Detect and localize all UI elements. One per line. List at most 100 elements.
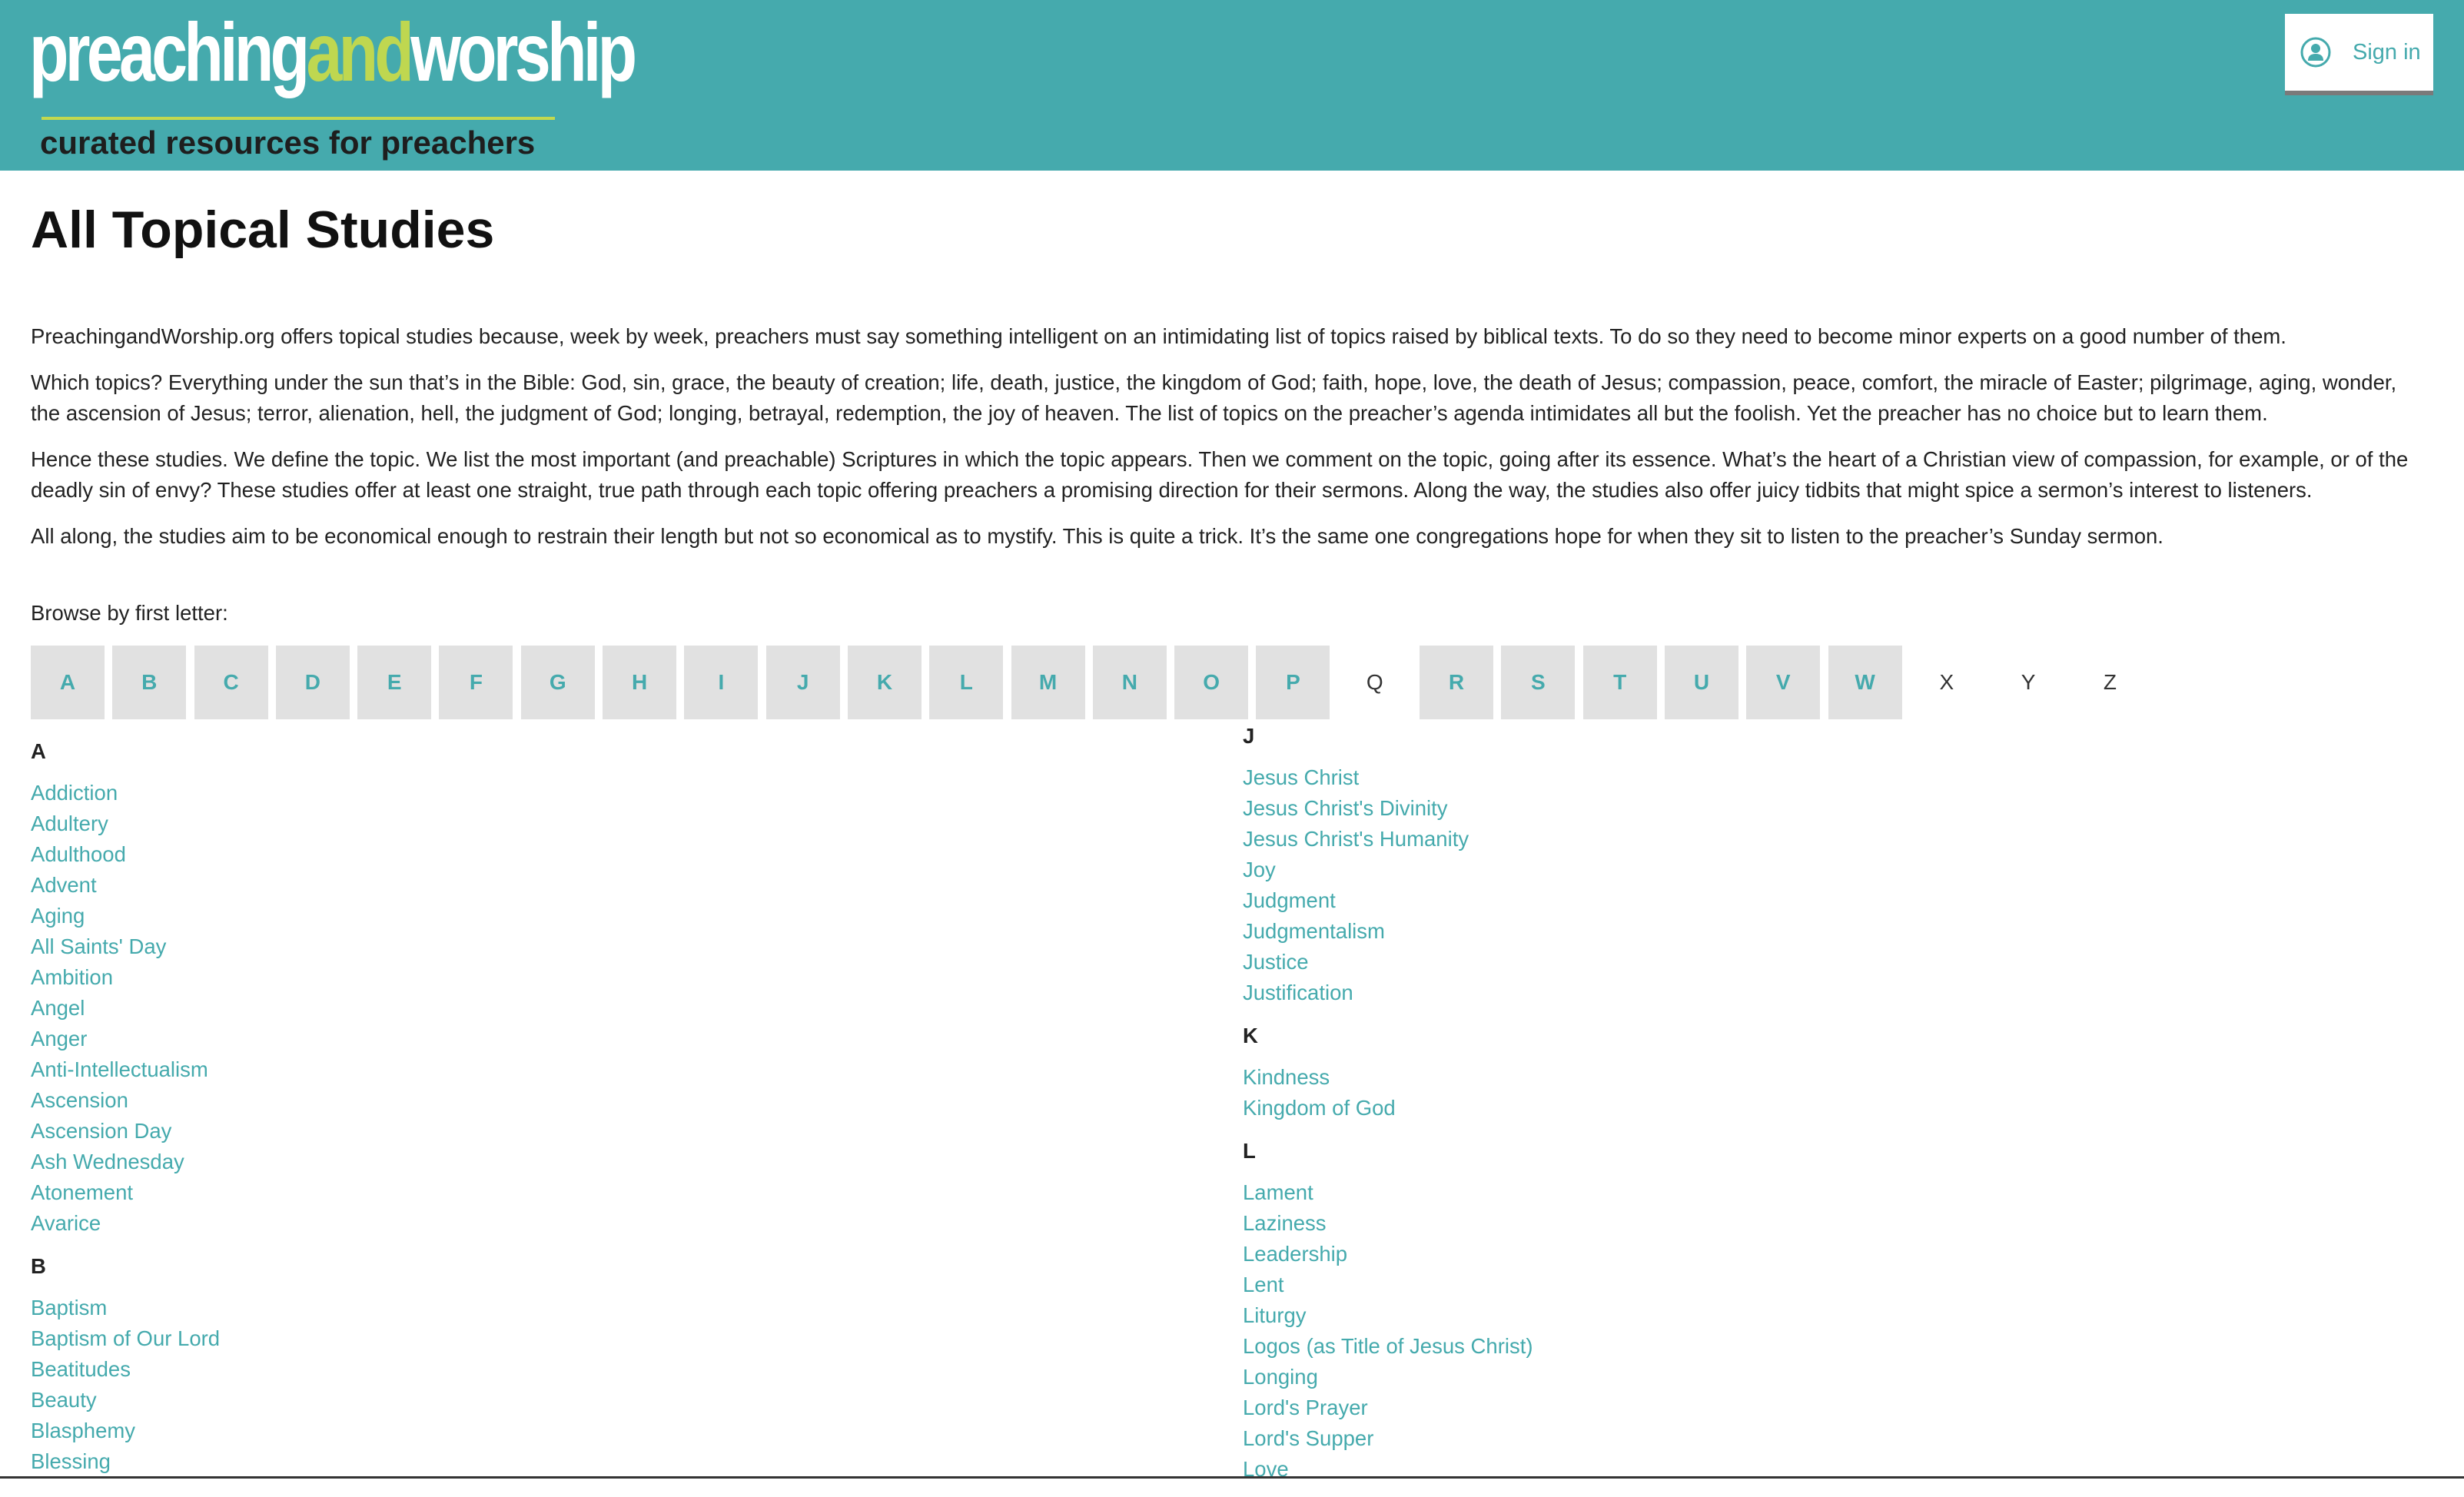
topic-link[interactable]: Jesus Christ bbox=[1243, 762, 1533, 793]
topic-link[interactable]: Ascension bbox=[31, 1085, 220, 1116]
topic-list: Baptism Baptism of Our Lord Beatitudes Beau… bbox=[31, 1293, 220, 1477]
topic-list: Lament Laziness Leadership Lent Liturgy Logos… bbox=[1243, 1177, 1533, 1485]
topic-link[interactable]: Lent bbox=[1243, 1270, 1533, 1300]
topic-link[interactable]: Jesus Christ's Humanity bbox=[1243, 824, 1533, 855]
topic-link[interactable]: Beatitudes bbox=[31, 1354, 220, 1385]
letter-w-link[interactable]: W bbox=[1828, 646, 1902, 719]
letter-u-link[interactable]: U bbox=[1664, 646, 1738, 719]
intro-paragraph: Hence these studies. We define the topic… bbox=[31, 447, 2409, 502]
topic-link[interactable]: Love bbox=[1243, 1454, 1533, 1485]
letter-m-link[interactable]: M bbox=[1011, 646, 1085, 719]
topic-link[interactable]: Lament bbox=[1243, 1177, 1533, 1208]
letter-f-link[interactable]: F bbox=[439, 646, 513, 719]
topic-link[interactable]: Ambition bbox=[31, 962, 220, 993]
topic-group-l: L Lament Laziness Leadership Lent Liturgy Logo… bbox=[1243, 1136, 1533, 1485]
group-heading: J bbox=[1243, 724, 1255, 748]
letter-n-link[interactable]: N bbox=[1092, 646, 1167, 719]
topic-link[interactable]: Baptism of Our Lord bbox=[31, 1323, 220, 1354]
topic-link[interactable]: Baptism bbox=[31, 1293, 220, 1323]
topic-link[interactable]: Anti-Intellectualism bbox=[31, 1054, 220, 1085]
letter-q-disabled: Q bbox=[1366, 670, 1383, 694]
group-heading: A bbox=[31, 739, 46, 763]
browse-label: Browse by first letter: bbox=[31, 601, 228, 625]
topic-link[interactable]: Addiction bbox=[31, 778, 220, 808]
letter-d-link[interactable]: D bbox=[275, 646, 350, 719]
topic-list: Kindness Kingdom of God bbox=[1243, 1062, 1533, 1124]
logo-word-preaching: preaching bbox=[29, 5, 310, 98]
letter-l-link[interactable]: L bbox=[929, 646, 1004, 719]
topic-link[interactable]: Logos (as Title of Jesus Christ) bbox=[1243, 1331, 1533, 1362]
intro-paragraph: All along, the studies aim to be economi… bbox=[31, 524, 2163, 548]
letter-x-disabled: X bbox=[1939, 670, 1954, 694]
letter-b-link[interactable]: B bbox=[112, 646, 187, 719]
topic-link[interactable]: Anger bbox=[31, 1024, 220, 1054]
topic-link[interactable]: Laziness bbox=[1243, 1208, 1533, 1239]
topic-link[interactable]: Leadership bbox=[1243, 1239, 1533, 1270]
topic-group-b: B Baptism Baptism of Our Lord Beatitudes Bea… bbox=[31, 1251, 220, 1477]
letter-o-link[interactable]: O bbox=[1174, 646, 1249, 719]
letter-h-link[interactable]: H bbox=[603, 646, 677, 719]
topic-link[interactable]: All Saints' Day bbox=[31, 931, 220, 962]
topic-link[interactable]: Aging bbox=[31, 901, 220, 931]
letter-r-link[interactable]: R bbox=[1420, 646, 1494, 719]
topic-link[interactable]: Judgment bbox=[1243, 885, 1533, 916]
topic-link[interactable]: Advent bbox=[31, 870, 220, 901]
letter-k-link[interactable]: K bbox=[847, 646, 922, 719]
topic-link[interactable]: Liturgy bbox=[1243, 1300, 1533, 1331]
topic-link[interactable]: Ascension Day bbox=[31, 1116, 220, 1147]
logo-wordmark: preachingandworship bbox=[29, 5, 637, 98]
topic-link[interactable]: Angel bbox=[31, 993, 220, 1024]
site-header: preachingandworship curated resources fo… bbox=[0, 0, 2464, 171]
topic-link[interactable]: Longing bbox=[1243, 1362, 1533, 1392]
letter-p-link[interactable]: P bbox=[1256, 646, 1330, 719]
letter-nav: ABCDEFGHIJKLMNOP Q RSTUVW X Y Z bbox=[31, 646, 2155, 719]
topic-link[interactable]: Adultery bbox=[31, 808, 220, 839]
topic-link[interactable]: Blasphemy bbox=[31, 1416, 220, 1446]
topic-group-j: J Jesus Christ Jesus Christ's Divinity Jesu… bbox=[1243, 721, 1533, 1008]
topic-group-a: A Addiction Adultery Adulthood Advent Aging Al… bbox=[31, 736, 220, 1239]
logo-word-worship: worship bbox=[410, 5, 637, 98]
topic-link[interactable]: Judgmentalism bbox=[1243, 916, 1533, 947]
letter-a-link[interactable]: A bbox=[31, 646, 105, 719]
topic-link[interactable]: Lord's Supper bbox=[1243, 1423, 1533, 1454]
topic-link[interactable]: Beauty bbox=[31, 1385, 220, 1416]
topic-link[interactable]: Ash Wednesday bbox=[31, 1147, 220, 1177]
letter-i-link[interactable]: I bbox=[684, 646, 759, 719]
intro-paragraph: PreachingandWorship.org offers topical s… bbox=[31, 324, 2286, 348]
topic-link[interactable]: Blessing bbox=[31, 1446, 220, 1477]
topics-column-left: A Addiction Adultery Adulthood Advent Aging Al… bbox=[31, 736, 220, 1489]
topic-link[interactable]: Justice bbox=[1243, 947, 1533, 978]
sign-in-button[interactable]: Sign in bbox=[2285, 14, 2433, 95]
letter-z-disabled: Z bbox=[2103, 670, 2117, 694]
topic-link[interactable]: Jesus Christ's Divinity bbox=[1243, 793, 1533, 824]
site-logo[interactable]: preachingandworship curated resources fo… bbox=[29, 6, 637, 161]
letter-t-link[interactable]: T bbox=[1582, 646, 1657, 719]
page-title: All Topical Studies bbox=[31, 201, 495, 259]
topic-link[interactable]: Kindness bbox=[1243, 1062, 1533, 1093]
intro-text: PreachingandWorship.org offers topical s… bbox=[31, 321, 2429, 567]
letter-j-link[interactable]: J bbox=[765, 646, 840, 719]
letter-v-link[interactable]: V bbox=[1746, 646, 1821, 719]
logo-divider bbox=[42, 117, 555, 120]
letter-c-link[interactable]: C bbox=[194, 646, 268, 719]
group-heading: L bbox=[1243, 1139, 1256, 1163]
letter-g-link[interactable]: G bbox=[520, 646, 595, 719]
topic-link[interactable]: Kingdom of God bbox=[1243, 1093, 1533, 1124]
sign-in-label: Sign in bbox=[2353, 39, 2421, 65]
topic-link[interactable]: Atonement bbox=[31, 1177, 220, 1208]
group-heading: B bbox=[31, 1254, 46, 1278]
letter-y-disabled: Y bbox=[2021, 670, 2036, 694]
topic-link[interactable]: Justification bbox=[1243, 978, 1533, 1008]
letter-e-link[interactable]: E bbox=[357, 646, 432, 719]
logo-tagline: curated resources for preachers bbox=[40, 124, 536, 161]
intro-paragraph: Which topics? Everything under the sun t… bbox=[31, 370, 2397, 425]
topic-list: Addiction Adultery Adulthood Advent Aging All… bbox=[31, 778, 220, 1239]
logo-word-and: and bbox=[306, 5, 413, 98]
letter-s-link[interactable]: S bbox=[1501, 646, 1576, 719]
topic-link[interactable]: Adulthood bbox=[31, 839, 220, 870]
topic-link[interactable]: Lord's Prayer bbox=[1243, 1392, 1533, 1423]
topic-link[interactable]: Avarice bbox=[31, 1208, 220, 1239]
topic-link[interactable]: Joy bbox=[1243, 855, 1533, 885]
user-circle-icon bbox=[2300, 37, 2331, 68]
topics-column-right: J Jesus Christ Jesus Christ's Divinity Jesu… bbox=[1243, 721, 1533, 1497]
